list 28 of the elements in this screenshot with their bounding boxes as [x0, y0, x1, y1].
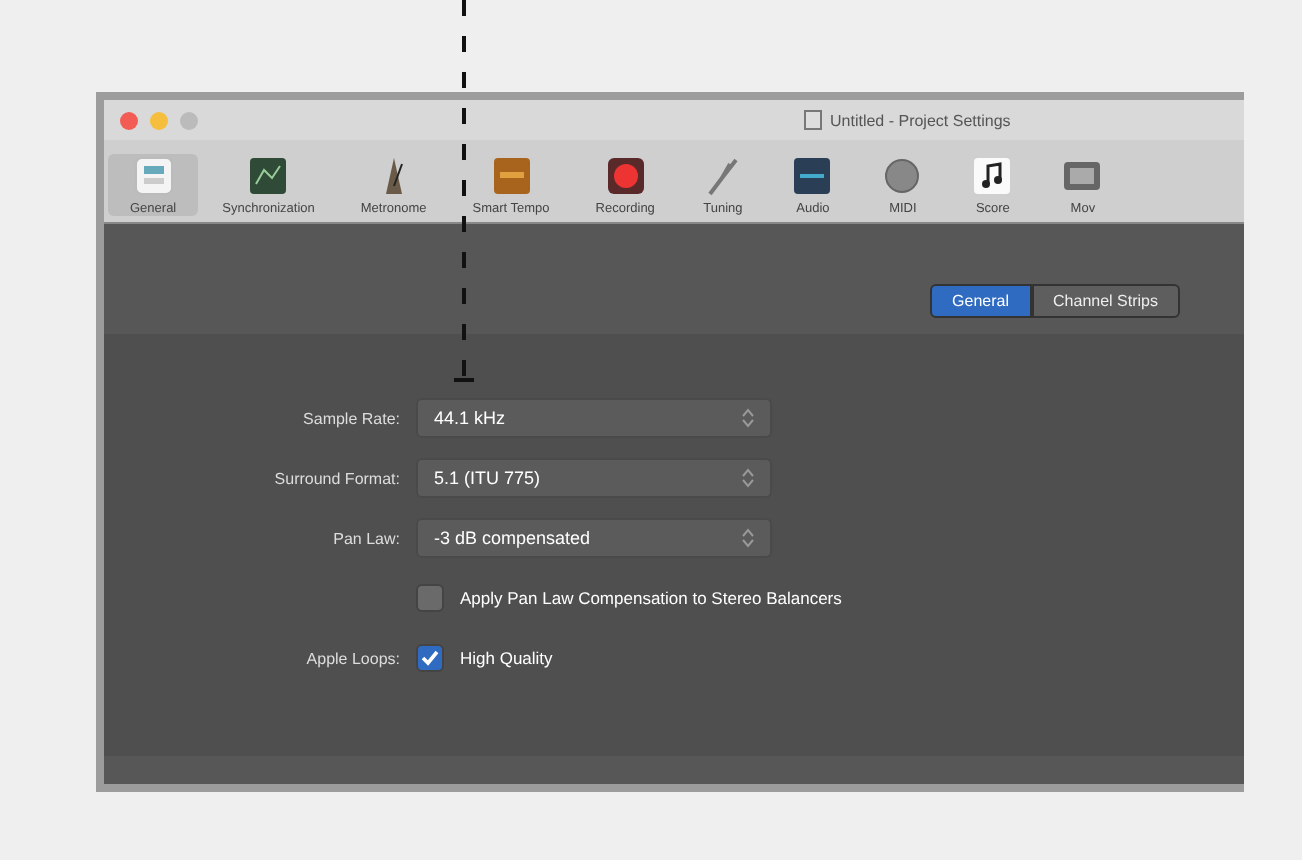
- popup-menu[interactable]: 44.1 kHz: [416, 398, 772, 438]
- up-down-arrows-icon: [742, 528, 754, 548]
- checkbox[interactable]: [416, 644, 444, 672]
- checkbox[interactable]: [416, 584, 444, 612]
- up-down-arrows-icon: [742, 468, 754, 488]
- circle-icon: [880, 154, 925, 198]
- tab[interactable]: Channel Strips: [1031, 284, 1180, 318]
- box-icon: [489, 154, 534, 198]
- setting-label: Pan Law:: [331, 529, 400, 547]
- popup-menu[interactable]: 5.1 (ITU 775): [416, 458, 772, 498]
- close-button[interactable]: [120, 111, 138, 129]
- setting-label: Sample Rate:: [301, 409, 400, 427]
- music-note-icon: [970, 154, 1015, 198]
- panel-icon: [131, 154, 176, 198]
- document-icon: [804, 110, 822, 130]
- up-down-arrows-icon: [742, 408, 754, 428]
- checkbox-label: Apply Pan Law Compensation to Stereo Balancers: [460, 588, 842, 608]
- popup-menu[interactable]: -3 dB compensated: [416, 518, 772, 558]
- tab[interactable]: General: [930, 284, 1032, 318]
- grid-icon: [246, 154, 291, 198]
- setting-label: Apple Loops:: [304, 649, 400, 667]
- checkbox-label: High Quality: [460, 648, 553, 668]
- setting-label: Surround Format:: [272, 469, 400, 487]
- minimize-button[interactable]: [150, 111, 168, 129]
- window-title: Untitled - Project Settings: [830, 111, 1011, 129]
- meter-icon: [790, 154, 835, 198]
- record-icon: [603, 154, 648, 198]
- zoom-button[interactable]: [180, 111, 198, 129]
